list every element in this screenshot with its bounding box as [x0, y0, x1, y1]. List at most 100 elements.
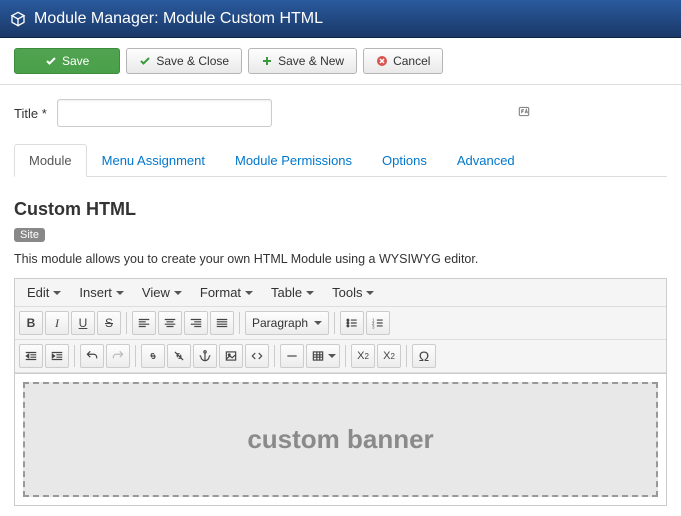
- save-close-button[interactable]: Save & Close: [126, 48, 242, 74]
- tab-module-permissions[interactable]: Module Permissions: [220, 144, 367, 177]
- numbered-list-icon: 123: [371, 316, 385, 330]
- image-icon: [224, 349, 238, 363]
- separator: [126, 312, 127, 334]
- bullet-list-icon: [345, 316, 359, 330]
- caret-icon: [53, 291, 61, 295]
- caret-icon: [306, 291, 314, 295]
- action-toolbar: Save Save & Close Save & New Cancel: [0, 38, 681, 85]
- editor-toolbar: Edit Insert View Format Table Tools B I …: [14, 278, 667, 373]
- separator: [274, 345, 275, 367]
- unlink-icon: [172, 349, 186, 363]
- align-left-icon: [137, 316, 151, 330]
- align-justify-button[interactable]: [210, 311, 234, 335]
- link-button[interactable]: [141, 344, 165, 368]
- module-heading: Custom HTML: [14, 199, 667, 220]
- outdent-button[interactable]: [19, 344, 43, 368]
- underline-button[interactable]: U: [71, 311, 95, 335]
- link-icon: [146, 349, 160, 363]
- menu-format[interactable]: Format: [200, 285, 253, 300]
- caret-icon: [174, 291, 182, 295]
- editor-menu-row: Edit Insert View Format Table Tools: [15, 279, 666, 307]
- title-label: Title *: [14, 106, 47, 121]
- caret-icon: [116, 291, 124, 295]
- align-center-icon: [163, 316, 177, 330]
- indent-button[interactable]: [45, 344, 69, 368]
- menu-tools-label: Tools: [332, 285, 362, 300]
- menu-insert-label: Insert: [79, 285, 112, 300]
- cancel-button[interactable]: Cancel: [363, 48, 443, 74]
- unlink-button[interactable]: [167, 344, 191, 368]
- title-row: Title *: [14, 99, 667, 127]
- save-label: Save: [62, 54, 89, 68]
- save-close-label: Save & Close: [156, 54, 229, 68]
- cancel-label: Cancel: [393, 54, 430, 68]
- undo-button[interactable]: [80, 344, 104, 368]
- title-input[interactable]: [57, 99, 272, 127]
- horizontal-rule-button[interactable]: [280, 344, 304, 368]
- menu-view[interactable]: View: [142, 285, 182, 300]
- caret-icon: [328, 354, 336, 358]
- tab-menu-assignment[interactable]: Menu Assignment: [87, 144, 220, 177]
- bold-button[interactable]: B: [19, 311, 43, 335]
- language-icon[interactable]: [517, 105, 531, 122]
- menu-edit-label: Edit: [27, 285, 49, 300]
- page-header: Module Manager: Module Custom HTML: [0, 0, 681, 38]
- code-icon: [250, 349, 264, 363]
- tab-module-label: Module: [29, 153, 72, 168]
- custom-banner-placeholder[interactable]: custom banner: [23, 382, 658, 497]
- separator: [239, 312, 240, 334]
- page-title: Module Manager: Module Custom HTML: [34, 10, 323, 28]
- align-center-button[interactable]: [158, 311, 182, 335]
- separator: [345, 345, 346, 367]
- redo-icon: [111, 349, 125, 363]
- caret-icon: [245, 291, 253, 295]
- strikethrough-button[interactable]: S: [97, 311, 121, 335]
- caret-icon: [366, 291, 374, 295]
- editor-icon-row-2: X2 X2 Ω: [15, 340, 666, 373]
- italic-button[interactable]: I: [45, 311, 69, 335]
- menu-tools[interactable]: Tools: [332, 285, 374, 300]
- check-icon: [139, 55, 151, 67]
- align-right-button[interactable]: [184, 311, 208, 335]
- tab-advanced[interactable]: Advanced: [442, 144, 530, 177]
- anchor-button[interactable]: [193, 344, 217, 368]
- align-justify-icon: [215, 316, 229, 330]
- table-button[interactable]: [306, 344, 340, 368]
- tab-module[interactable]: Module: [14, 144, 87, 177]
- svg-text:3: 3: [372, 324, 375, 329]
- save-button[interactable]: Save: [14, 48, 120, 74]
- separator: [74, 345, 75, 367]
- menu-edit[interactable]: Edit: [27, 285, 61, 300]
- cube-icon: [10, 11, 26, 27]
- paragraph-select-label: Paragraph: [252, 316, 308, 330]
- align-right-icon: [189, 316, 203, 330]
- form-area: Title * Module Menu Assignment Module Pe…: [0, 85, 681, 183]
- plus-icon: [261, 55, 273, 67]
- outdent-icon: [24, 349, 38, 363]
- numbered-list-button[interactable]: 123: [366, 311, 390, 335]
- source-code-button[interactable]: [245, 344, 269, 368]
- menu-table[interactable]: Table: [271, 285, 314, 300]
- tab-options[interactable]: Options: [367, 144, 442, 177]
- align-left-button[interactable]: [132, 311, 156, 335]
- bullet-list-button[interactable]: [340, 311, 364, 335]
- tab-module-permissions-label: Module Permissions: [235, 153, 352, 168]
- module-description: This module allows you to create your ow…: [14, 252, 667, 266]
- superscript-button[interactable]: X2: [377, 344, 401, 368]
- cancel-icon: [376, 55, 388, 67]
- editor-canvas[interactable]: custom banner: [14, 373, 667, 506]
- paragraph-select[interactable]: Paragraph: [245, 311, 329, 335]
- save-new-label: Save & New: [278, 54, 344, 68]
- separator: [334, 312, 335, 334]
- redo-button[interactable]: [106, 344, 130, 368]
- site-badge: Site: [14, 228, 45, 242]
- module-body: Custom HTML Site This module allows you …: [0, 183, 681, 516]
- subscript-button[interactable]: X2: [351, 344, 375, 368]
- special-character-button[interactable]: Ω: [412, 344, 436, 368]
- title-input-wrap: [57, 99, 537, 127]
- save-new-button[interactable]: Save & New: [248, 48, 357, 74]
- menu-insert[interactable]: Insert: [79, 285, 124, 300]
- image-button[interactable]: [219, 344, 243, 368]
- tabs: Module Menu Assignment Module Permission…: [14, 143, 667, 177]
- editor-icon-row-1: B I U S Paragraph 123: [15, 307, 666, 340]
